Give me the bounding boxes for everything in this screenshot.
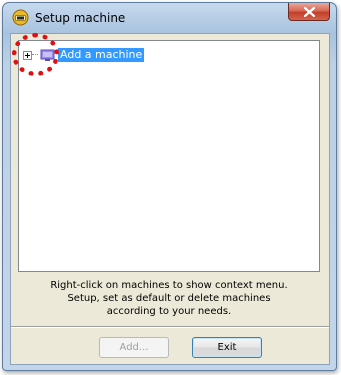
help-text-line: Setup, set as default or delete machines <box>67 293 271 304</box>
help-text: Right-click on machines to show context … <box>18 279 320 318</box>
add-button[interactable]: Add... <box>99 337 169 358</box>
dialog-client-area: Add a machine Right-click on machines to… <box>10 33 330 365</box>
help-text-line: according to your needs. <box>106 306 232 317</box>
tree-node-label[interactable]: Add a machine <box>58 48 145 62</box>
title-bar[interactable]: Setup machine <box>3 3 336 33</box>
app-icon <box>12 9 29 26</box>
machine-tree-view[interactable]: Add a machine <box>18 40 320 272</box>
close-button[interactable] <box>288 3 330 21</box>
exit-button[interactable]: Exit <box>192 337 262 358</box>
close-icon <box>304 7 315 17</box>
window-title: Setup machine <box>35 11 126 25</box>
red-dotted-circle-annotation <box>12 33 59 76</box>
help-text-line: Right-click on machines to show context … <box>50 280 288 291</box>
separator-line <box>11 326 329 328</box>
